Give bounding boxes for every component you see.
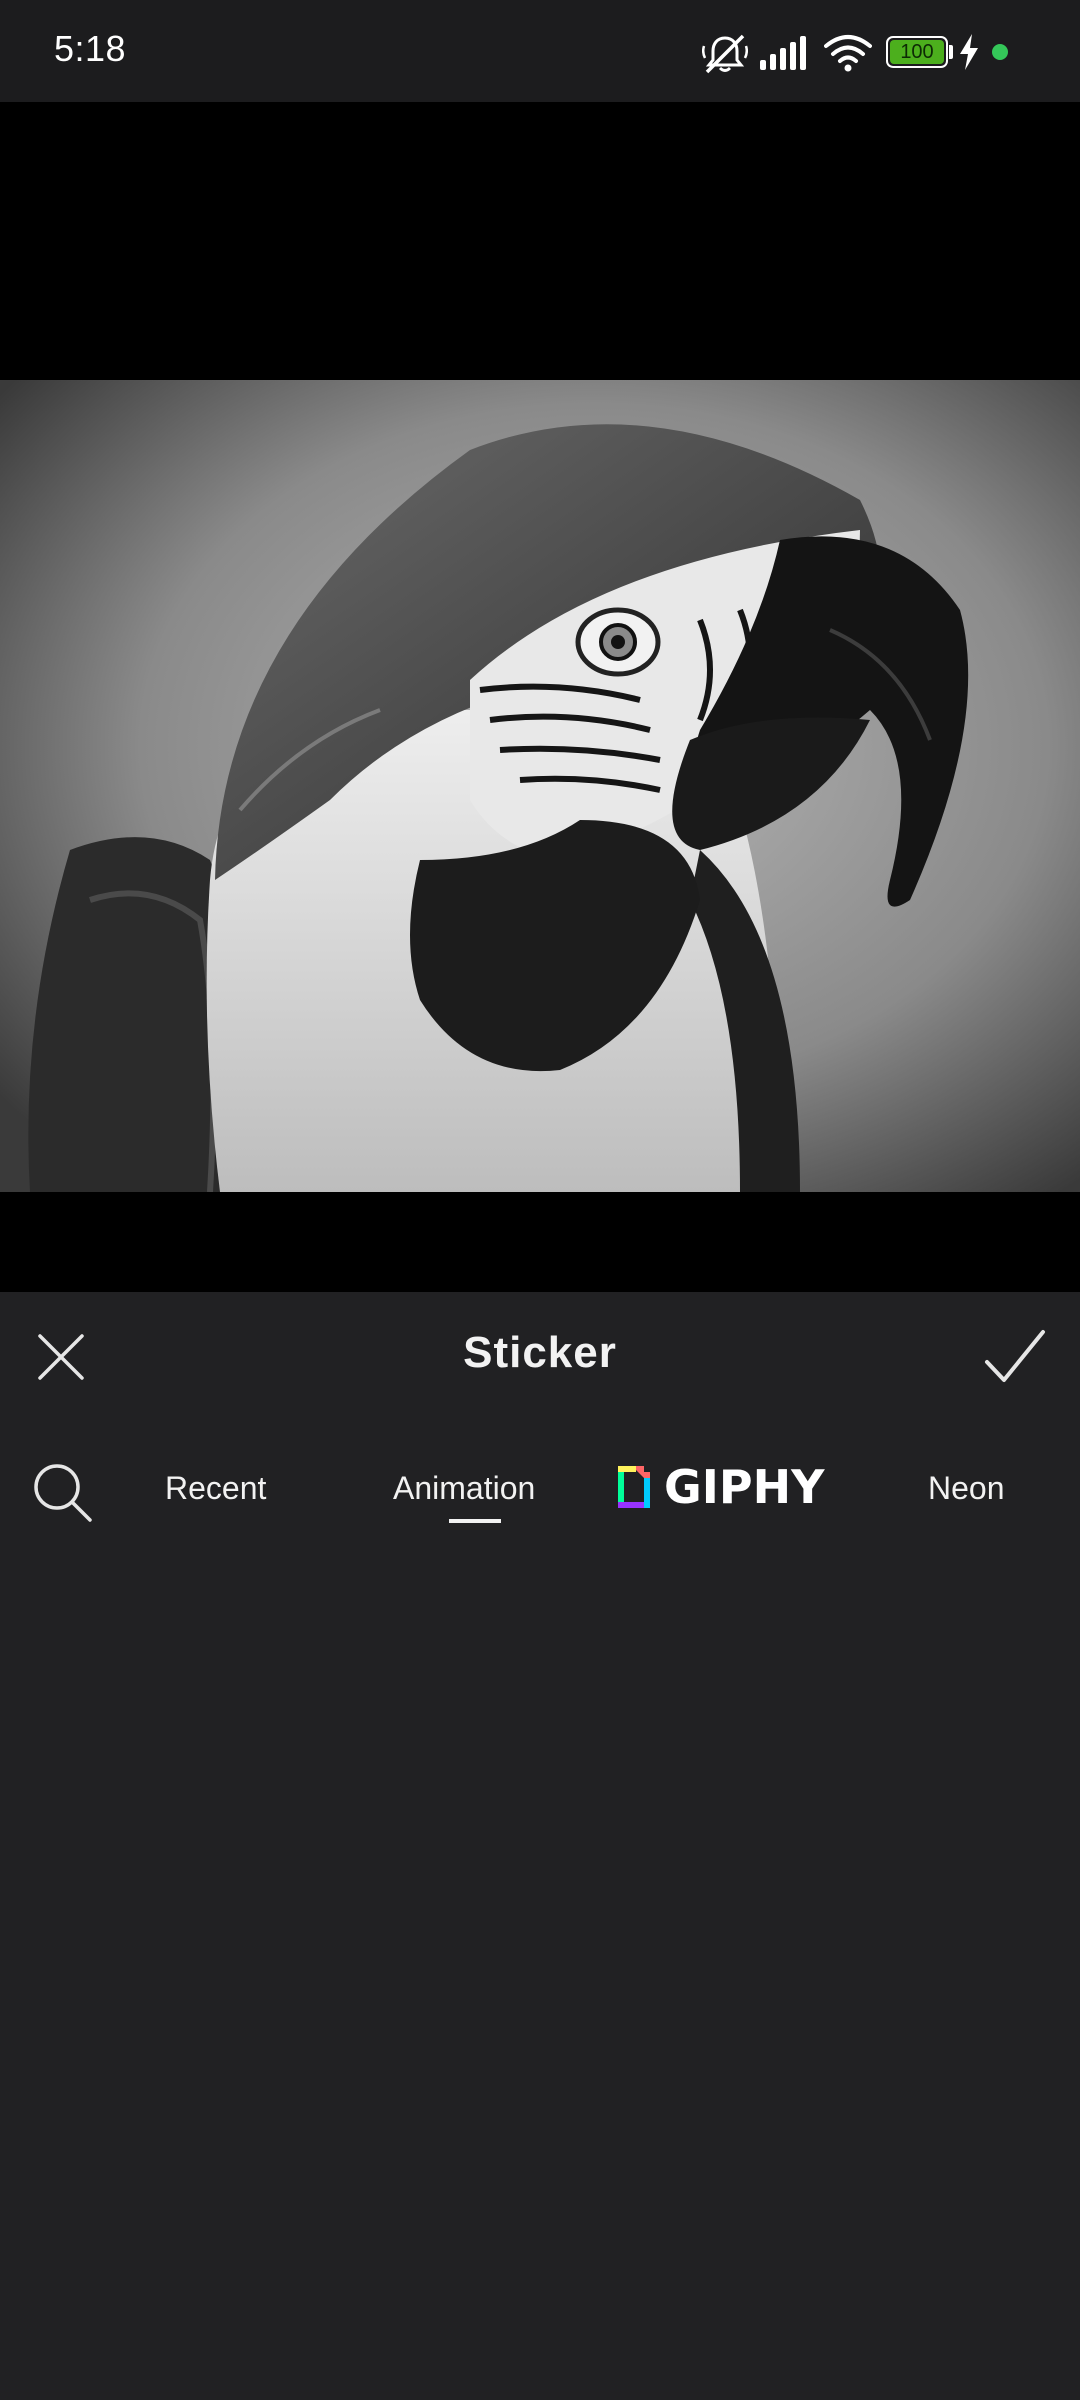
giphy-logo-icon [618,1466,650,1508]
battery-level: 100 [900,41,934,63]
tab-neon[interactable]: Neon [928,1470,1005,1507]
editor-canvas[interactable] [0,102,1080,1292]
panel-title: Sticker [463,1328,617,1377]
battery-icon: 100 [886,36,953,68]
sticker-tabs: Recent Animation GIPHY Neon [0,1460,1080,1562]
sticker-panel: Sticker Recent Animation GIPHY Neon [0,1292,1080,2400]
parrot-image [0,380,1080,1192]
search-button[interactable] [32,1462,94,1524]
checkmark-icon [985,1330,1045,1382]
wifi-icon [824,35,872,72]
status-bar: 5:18 100 [0,0,1080,102]
tab-recent[interactable]: Recent [165,1470,266,1507]
status-time: 5:18 [54,28,127,69]
giphy-label: GIPHY [664,1460,825,1514]
charging-icon [960,34,978,70]
mute-icon [702,34,748,74]
status-icons: 100 [702,30,1032,78]
confirm-button[interactable] [984,1328,1046,1384]
dot-indicator-icon [992,44,1008,60]
signal-icon [760,36,806,70]
photo-preview[interactable] [0,380,1080,1192]
search-icon [34,1464,92,1522]
tab-animation[interactable]: Animation [393,1470,535,1507]
active-tab-indicator [449,1519,501,1523]
